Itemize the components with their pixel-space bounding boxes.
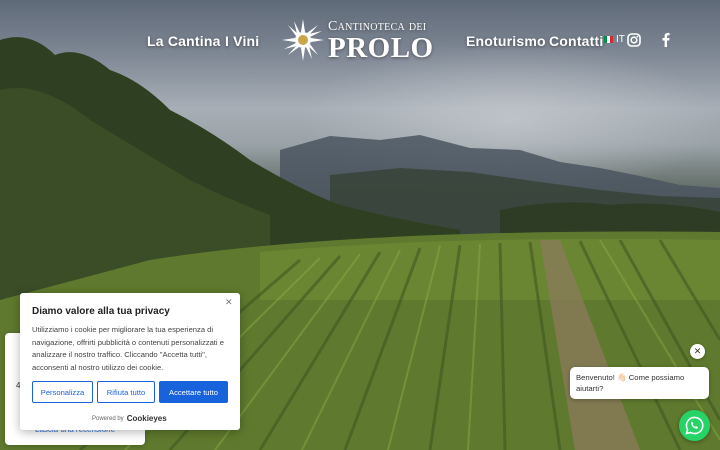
instagram-icon[interactable] (627, 33, 641, 52)
chat-greeting-bubble[interactable]: Benvenuto! 👋🏻 Come possiamo aiutarti? (570, 367, 709, 399)
nav-enoturismo[interactable]: Enoturismo (466, 33, 546, 49)
customize-button[interactable]: Personalizza (32, 381, 93, 403)
powered-by-prefix: Powered by (92, 415, 124, 422)
italy-flag-icon (604, 36, 613, 43)
accept-all-button[interactable]: Accettare tutto (159, 381, 228, 403)
chat-close-icon[interactable]: ✕ (690, 344, 705, 359)
nav-la-cantina[interactable]: La Cantina (147, 33, 221, 49)
site-logo[interactable]: Cantinoteca dei PROLO (281, 16, 441, 66)
close-icon[interactable]: ✕ (225, 297, 233, 308)
powered-by: Powered by Cookieyes (92, 414, 167, 423)
cookieyes-brand: Cookieyes (126, 414, 167, 423)
chat-greeting-text: Benvenuto! 👋🏻 Come possiamo aiutarti? (576, 373, 685, 393)
cookie-description: Utilizziamo i cookie per migliorare la t… (32, 325, 224, 372)
sun-logo-icon (282, 19, 324, 61)
cookie-title: Diamo valore alla tua privacy (32, 306, 170, 317)
nav-contatti[interactable]: Contatti (549, 33, 603, 49)
cookie-consent-banner: ✕ Diamo valore alla tua privacy Utilizzi… (20, 293, 240, 430)
facebook-icon[interactable] (661, 32, 670, 52)
logo-line-2: PROLO (328, 32, 434, 64)
reject-all-button[interactable]: Rifiuta tutto (97, 381, 155, 403)
language-code: IT (616, 34, 625, 45)
whatsapp-button[interactable] (679, 410, 710, 441)
nav-i-vini[interactable]: I Vini (225, 33, 259, 49)
whatsapp-icon (685, 416, 704, 435)
language-switcher[interactable]: IT (604, 34, 625, 45)
